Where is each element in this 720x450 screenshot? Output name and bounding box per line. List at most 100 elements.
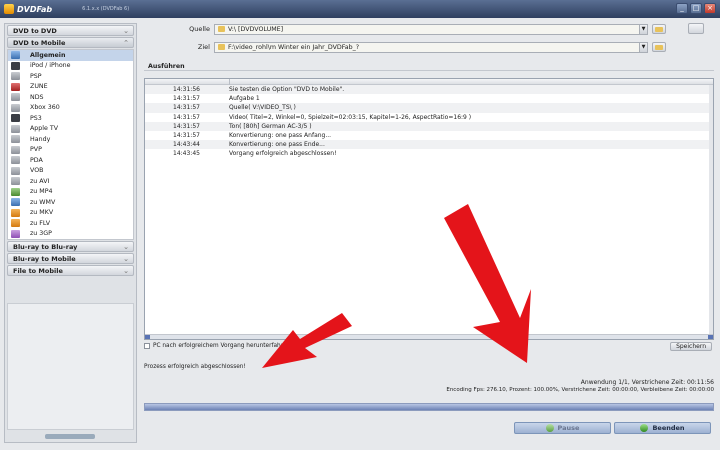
profile-item-label: VOB (30, 167, 44, 175)
maximize-button[interactable]: □ (690, 3, 702, 14)
profile-item[interactable]: Xbox 360 (8, 103, 133, 114)
chevron-down-icon: ⌄ (123, 267, 129, 275)
minimize-button[interactable]: _ (676, 3, 688, 14)
profile-item-label: iPod / iPhone (30, 62, 71, 70)
profile-item[interactable]: PS3 (8, 113, 133, 124)
log-message: Ton( [80h] German AC-3/5 ) (229, 122, 312, 130)
category-bluray-to-mobile[interactable]: Blu-ray to Mobile ⌄ (7, 253, 134, 264)
log-row: 14:31:56 Sie testen die Option "DVD to Mo… (145, 85, 713, 95)
category-dvd-to-mobile[interactable]: DVD to Mobile ⌃ (7, 37, 134, 48)
log-message: Konvertierung: one pass Ende... (229, 141, 325, 149)
vob-icon (11, 166, 20, 175)
finish-button[interactable]: Beenden (614, 422, 711, 434)
pause-button[interactable]: Pause (514, 422, 611, 434)
profile-item[interactable]: zu MKV (8, 208, 133, 219)
source-label: Quelle (189, 25, 210, 33)
section-divider (144, 70, 714, 71)
sidebar: DVD to DVD ⌄ DVD to Mobile ⌃ Allgemein iP… (4, 23, 137, 443)
sidebar-empty-area (7, 303, 134, 430)
profile-item[interactable]: zu MP4 (8, 187, 133, 198)
log-list: 14:31:56 Sie testen die Option "DVD to Mo… (144, 78, 714, 340)
profile-item-label: PSP (30, 72, 42, 80)
profile-item[interactable]: zu FLV (8, 218, 133, 229)
source-browse-button[interactable] (652, 24, 666, 34)
log-message: Quelle( V:\VIDEO_TS\ ) (229, 104, 296, 112)
source-field[interactable]: V:\ [DVDVOLUME] ▼ (214, 23, 648, 35)
progress-bar (144, 403, 714, 411)
target-field[interactable]: F:\video_rohl\m Winter ein Jahr_DVDFab_?… (214, 41, 648, 53)
profile-item[interactable]: zu WMV (8, 197, 133, 208)
profile-item-label: PDA (30, 156, 43, 164)
profile-item[interactable]: iPod / iPhone (8, 61, 133, 72)
profile-item[interactable]: Handy (8, 134, 133, 145)
status-text: Prozess erfolgreich abgeschlossen! (144, 364, 246, 370)
log-vertical-scrollbar[interactable] (709, 85, 713, 334)
category-bluray-to-bluray[interactable]: Blu-ray to Blu-ray ⌄ (7, 241, 134, 252)
profile-item[interactable]: PDA (8, 155, 133, 166)
mkv-icon (11, 208, 20, 217)
target-browse-button[interactable] (652, 42, 666, 52)
profile-item-label: PVP (30, 146, 42, 154)
log-row: 14:31:57 Quelle( V:\VIDEO_TS\ ) (145, 103, 713, 113)
phone-icon (11, 135, 20, 144)
close-button[interactable]: × (704, 3, 716, 14)
profile-item[interactable]: Apple TV (8, 124, 133, 135)
scroll-right-arrow-icon[interactable] (708, 335, 713, 339)
log-message: Sie testen die Option "DVD to Mobile". (229, 86, 345, 94)
info-button[interactable] (688, 23, 704, 34)
profile-item[interactable]: zu AVI (8, 176, 133, 187)
category-file-to-mobile[interactable]: File to Mobile ⌄ (7, 265, 134, 276)
ipod-icon (11, 61, 20, 70)
sidebar-scroll-handle[interactable] (45, 434, 95, 439)
target-label: Ziel (197, 43, 210, 51)
profile-item[interactable]: PSP (8, 71, 133, 82)
log-time: 14:31:57 (173, 95, 200, 103)
appletv-icon (11, 124, 20, 133)
xbox-icon (11, 103, 20, 112)
dropdown-arrow-icon[interactable]: ▼ (639, 42, 647, 52)
mp4-icon (11, 187, 20, 196)
chevron-down-icon: ⌄ (123, 255, 129, 263)
wmv-icon (11, 198, 20, 207)
profile-list: Allgemein iPod / iPhone PSP ZUNE NDS Xbox 360… (7, 49, 134, 240)
psp-icon (11, 72, 20, 81)
target-row: Ziel F:\video_rohl\m Winter ein Jahr_DVD… (140, 41, 666, 53)
profile-item-label: Xbox 360 (30, 104, 60, 112)
log-time: 14:31:57 (173, 113, 200, 121)
log-horizontal-scrollbar[interactable] (145, 334, 713, 339)
profile-item[interactable]: zu 3GP (8, 229, 133, 240)
finish-icon (640, 424, 649, 432)
pda-icon (11, 156, 20, 165)
nds-icon (11, 93, 20, 102)
profile-item-label: zu FLV (30, 219, 51, 227)
main-panel: Quelle V:\ [DVDVOLUME] ▼ Ziel F:\video_r… (140, 23, 718, 443)
profile-item[interactable]: PVP (8, 145, 133, 156)
profile-item[interactable]: Allgemein (8, 50, 133, 61)
dropdown-arrow-icon[interactable]: ▼ (639, 24, 647, 34)
chevron-down-icon: ⌄ (123, 243, 129, 251)
save-button[interactable]: Speichern (670, 342, 712, 351)
profile-item[interactable]: VOB (8, 166, 133, 177)
shutdown-checkbox[interactable] (144, 343, 150, 349)
log-message: Aufgabe 1 (229, 95, 260, 103)
log-message: Vorgang erfolgreich abgeschlossen! (229, 150, 337, 158)
app-version: 6.1.x.x (DVDFab 6) (82, 6, 130, 12)
zune-icon (11, 82, 20, 91)
profile-item-label: Apple TV (30, 125, 59, 133)
profile-item[interactable]: NDS (8, 92, 133, 103)
log-row: 14:31:57 Ton( [80h] German AC-3/5 ) (145, 121, 713, 131)
encoding-stats-text: Encoding Fps: 276.10, Prozent: 100.00%, … (446, 387, 714, 393)
scroll-left-arrow-icon[interactable] (145, 335, 150, 339)
pause-icon (545, 424, 554, 432)
folder-icon (655, 44, 663, 50)
log-message: Video( Titel=2, Winkel=0, Spielzeit=02:0… (229, 113, 472, 121)
profile-item-label: zu MP4 (30, 188, 53, 196)
profile-item[interactable]: ZUNE (8, 82, 133, 93)
source-row: Quelle V:\ [DVDVOLUME] ▼ (140, 23, 666, 35)
profile-item-label: Allgemein (30, 51, 66, 59)
log-row: 14:31:57 Aufgabe 1 (145, 94, 713, 103)
profile-item-label: zu MKV (30, 209, 54, 217)
shutdown-option[interactable]: PC nach erfolgreichem Vorgang herunterfa… (144, 343, 290, 349)
dvdfab-logo-icon (4, 4, 14, 14)
category-dvd-to-dvd[interactable]: DVD to DVD ⌄ (7, 25, 134, 36)
